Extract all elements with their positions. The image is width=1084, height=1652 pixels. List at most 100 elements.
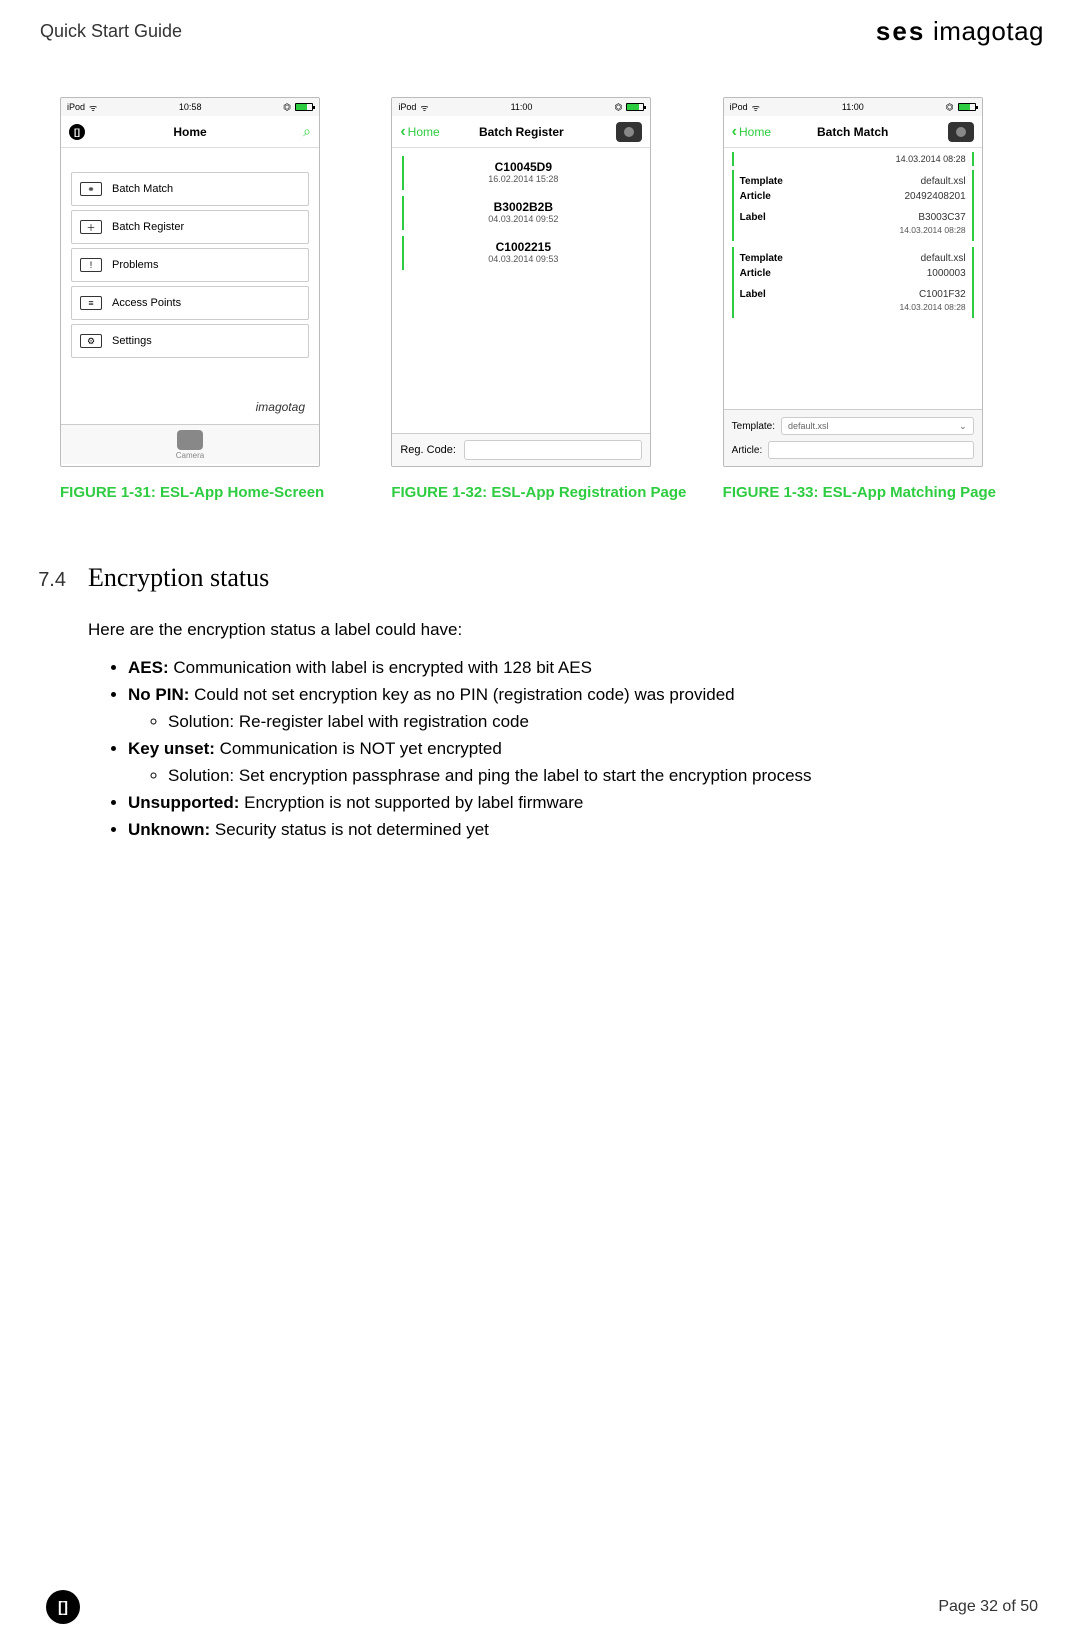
chevron-left-icon: ‹ — [732, 123, 737, 141]
camera-label: Camera — [176, 451, 204, 460]
device-label: iPod — [398, 102, 416, 112]
article-key: Article — [740, 266, 771, 281]
sub-item: Solution: Re-register label with registr… — [168, 711, 1024, 734]
register-date: 16.02.2014 15:28 — [414, 174, 632, 184]
template-dropdown[interactable]: default.xsl ⌄ — [781, 417, 974, 435]
register-code: B3002B2B — [414, 200, 632, 214]
status-desc: Could not set encryption key as no PIN (… — [189, 685, 734, 704]
menu-access-points[interactable]: ≡ Access Points — [71, 286, 309, 320]
camera-tab[interactable]: Camera — [61, 424, 319, 464]
wifi-icon: ᯤ — [420, 101, 428, 114]
figure-1: iPod ᯤ 10:58 ⏣ [] Home ⌕ ⚭ Batch Match — [60, 97, 361, 503]
label-value: C1001F32 — [919, 287, 966, 302]
status-bar: iPod ᯤ 10:58 ⏣ — [61, 98, 319, 116]
menu-batch-match[interactable]: ⚭ Batch Match — [71, 172, 309, 206]
status-desc: Encryption is not supported by label fir… — [239, 793, 583, 812]
orientation-lock-icon: ⏣ — [283, 102, 291, 113]
orientation-lock-icon: ⏣ — [946, 102, 954, 113]
battery-icon — [295, 103, 313, 111]
nav-title: Batch Register — [456, 125, 586, 139]
menu-batch-register[interactable]: ＋ Batch Register — [71, 210, 309, 244]
figure-2: iPod ᯤ 11:00 ⏣ ‹ Home Batch Register — [391, 97, 692, 503]
menu-settings[interactable]: ⚙ Settings — [71, 324, 309, 358]
device-label: iPod — [67, 102, 85, 112]
register-item[interactable]: B3002B2B 04.03.2014 09:52 — [402, 196, 640, 230]
section-intro: Here are the encryption status a label c… — [88, 619, 1024, 642]
register-code: C10045D9 — [414, 160, 632, 174]
batch-register-icon: ＋ — [80, 220, 102, 234]
camera-icon[interactable] — [948, 122, 974, 142]
menu-label: Access Points — [112, 297, 181, 309]
label-key: Label — [740, 287, 766, 302]
match-card[interactable]: Templatedefault.xsl Article1000003 Label… — [732, 247, 974, 318]
figures-row: iPod ᯤ 10:58 ⏣ [] Home ⌕ ⚭ Batch Match — [0, 47, 1084, 503]
settings-icon: ⚙ — [80, 334, 102, 348]
figure-2-caption: FIGURE 1-32: ESL-App Registration Page — [391, 483, 686, 503]
reg-code-label: Reg. Code: — [400, 444, 456, 456]
problems-icon: ! — [80, 258, 102, 272]
page-number: Page 32 of 50 — [938, 1598, 1038, 1616]
phone-mock-register: iPod ᯤ 11:00 ⏣ ‹ Home Batch Register — [391, 97, 651, 467]
app-logo-icon: [] — [69, 124, 85, 140]
phone-mock-match: iPod ᯤ 11:00 ⏣ ‹ Home Batch Match — [723, 97, 983, 467]
template-selected: default.xsl — [788, 421, 829, 431]
camera-icon — [177, 430, 203, 450]
section-title: Encryption status — [88, 563, 269, 593]
nav-bar: ‹ Home Batch Register — [392, 116, 650, 148]
menu-label: Problems — [112, 259, 158, 271]
template-value: default.xsl — [921, 251, 966, 266]
reg-code-input[interactable] — [464, 440, 642, 460]
status-desc: Security status is not determined yet — [210, 820, 489, 839]
footer-logo-icon: [] — [46, 1590, 80, 1624]
menu-problems[interactable]: ! Problems — [71, 248, 309, 282]
clock: 11:00 — [842, 102, 864, 112]
sub-item: Solution: Set encryption passphrase and … — [168, 765, 1024, 788]
home-menu: ⚭ Batch Match ＋ Batch Register ! Problem… — [61, 148, 319, 362]
nav-title: Home — [125, 125, 255, 139]
footer-article-label: Article: — [732, 445, 763, 456]
brand-ses: ses — [876, 16, 925, 46]
batch-match-icon: ⚭ — [80, 182, 102, 196]
list-item: Key unset: Communication is NOT yet encr… — [128, 738, 1024, 788]
register-code: C1002215 — [414, 240, 632, 254]
page-header: Quick Start Guide ses imagotag — [0, 0, 1084, 47]
article-value: 20492408201 — [904, 189, 965, 204]
status-key: No PIN: — [128, 685, 189, 704]
status-desc: Communication is NOT yet encrypted — [215, 739, 502, 758]
back-label: Home — [408, 125, 440, 139]
section-number: 7.4 — [38, 569, 66, 592]
template-value: default.xsl — [921, 174, 966, 189]
search-icon[interactable]: ⌕ — [303, 123, 311, 140]
match-timestamp: 14.03.2014 08:28 — [740, 302, 966, 312]
register-item[interactable]: C10045D9 16.02.2014 15:28 — [402, 156, 640, 190]
section-content: 7.4 Encryption status Here are the encry… — [0, 503, 1084, 843]
register-item[interactable]: C1002215 04.03.2014 09:53 — [402, 236, 640, 270]
figure-3-caption: FIGURE 1-33: ESL-App Matching Page — [723, 483, 996, 503]
template-key: Template — [740, 251, 783, 266]
list-item: Unsupported: Encryption is not supported… — [128, 792, 1024, 815]
back-button[interactable]: ‹ Home — [732, 123, 788, 141]
menu-label: Settings — [112, 335, 152, 347]
article-key: Article — [740, 189, 771, 204]
watermark: imagotag — [61, 390, 319, 424]
status-key: Key unset: — [128, 739, 215, 758]
clock: 10:58 — [179, 102, 202, 112]
page-footer: [] Page 32 of 50 — [0, 1590, 1084, 1624]
wifi-icon: ᯤ — [752, 101, 760, 114]
status-key: Unknown: — [128, 820, 210, 839]
register-date: 04.03.2014 09:52 — [414, 214, 632, 224]
back-button[interactable]: ‹ Home — [400, 123, 456, 141]
match-footer: Template: default.xsl ⌄ Article: — [724, 409, 982, 466]
register-footer: Reg. Code: — [392, 433, 650, 466]
device-label: iPod — [730, 102, 748, 112]
article-input[interactable] — [768, 441, 973, 459]
camera-icon[interactable] — [616, 122, 642, 142]
wifi-icon: ᯤ — [89, 101, 97, 114]
menu-label: Batch Register — [112, 221, 184, 233]
match-card[interactable]: Templatedefault.xsl Article20492408201 L… — [732, 170, 974, 241]
list-item: AES: Communication with label is encrypt… — [128, 657, 1024, 680]
match-list-timestamp: 14.03.2014 08:28 — [732, 152, 974, 166]
status-bar: iPod ᯤ 11:00 ⏣ — [724, 98, 982, 116]
brand-logo: ses imagotag — [876, 16, 1044, 47]
clock: 11:00 — [511, 102, 533, 112]
